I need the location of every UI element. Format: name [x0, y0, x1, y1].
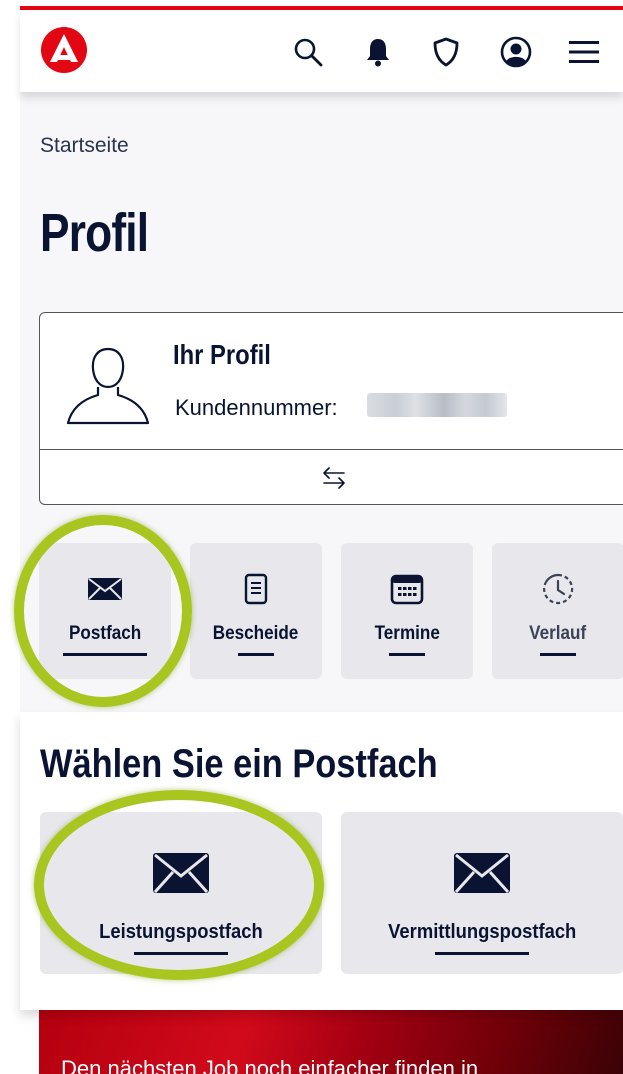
tab-underline	[540, 653, 576, 656]
postfach-underline	[134, 952, 228, 955]
postfach-label: Leistungspostfach	[99, 921, 263, 943]
breadcrumb[interactable]: Startseite	[40, 134, 129, 158]
tab-label: Postfach	[68, 623, 142, 644]
promo-banner[interactable]: Den nächsten Job noch einfacher finden i…	[39, 1010, 623, 1074]
app-header	[20, 10, 623, 92]
bell-icon[interactable]	[360, 34, 396, 70]
profile-card: Ihr Profil Kundennummer:	[39, 312, 623, 505]
shield-icon[interactable]	[428, 34, 464, 70]
account-icon[interactable]	[498, 34, 534, 70]
postfach-underline	[435, 952, 529, 955]
tab-underline	[389, 653, 425, 656]
postfach-selection-section: Wählen Sie ein Postfach Leistungspostfac…	[20, 712, 623, 1010]
tab-postfach[interactable]: Postfach	[39, 543, 171, 679]
agency-logo[interactable]	[40, 26, 88, 74]
tab-label: Bescheide	[213, 623, 299, 644]
search-icon[interactable]	[290, 34, 326, 70]
section-title: Wählen Sie ein Postfach	[40, 742, 438, 786]
switch-profile-button[interactable]	[40, 449, 623, 505]
postfach-label: Vermittlungspostfach	[387, 921, 577, 943]
leistungspostfach-button[interactable]: Leistungspostfach	[40, 812, 322, 974]
person-icon	[66, 347, 150, 425]
menu-icon[interactable]	[566, 34, 602, 70]
customer-number-label: Kundennummer:	[175, 395, 338, 420]
history-icon	[541, 573, 575, 605]
tab-termine[interactable]: Termine	[341, 543, 473, 679]
active-underline	[63, 653, 147, 656]
profile-heading: Ihr Profil	[173, 339, 271, 370]
swap-arrows-icon	[323, 466, 345, 489]
tab-label: Termine	[374, 623, 440, 644]
calendar-icon	[390, 573, 424, 605]
tab-bescheide[interactable]: Bescheide	[190, 543, 322, 679]
envelope-icon	[152, 852, 210, 899]
profile-page-content: Startseite Profil Ihr Profil Kundennumme…	[20, 92, 623, 712]
tab-verlauf[interactable]: Verlauf	[492, 543, 623, 679]
document-icon	[244, 573, 268, 605]
page-title: Profil	[40, 203, 149, 263]
vermittlungspostfach-button[interactable]: Vermittlungspostfach	[341, 812, 623, 974]
tab-underline	[238, 653, 274, 656]
banner-text: Den nächsten Job noch einfacher finden i…	[61, 1056, 479, 1074]
envelope-icon	[453, 852, 511, 899]
tab-label: Verlauf	[529, 623, 587, 644]
customer-number-redacted	[367, 393, 507, 417]
envelope-icon	[87, 573, 123, 605]
